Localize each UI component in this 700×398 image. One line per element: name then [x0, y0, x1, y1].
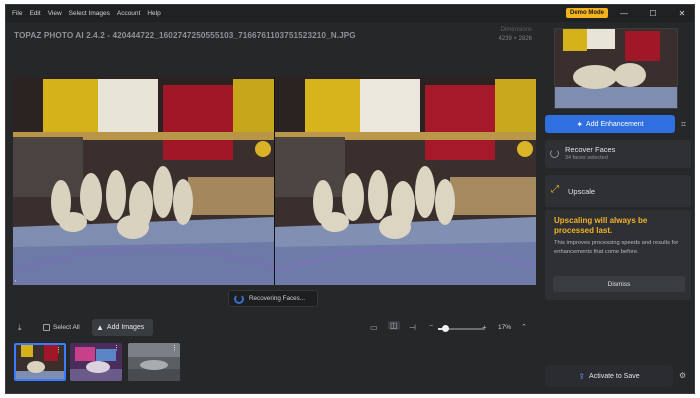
add-images-label: Add Images: [106, 324, 145, 331]
maximize-button[interactable]: ☐: [647, 7, 659, 19]
dimensions-value: 4239 × 2826: [498, 36, 532, 42]
export-settings-icon[interactable]: ⚙: [679, 371, 686, 380]
more-options-icon[interactable]: ⋮: [171, 344, 178, 352]
preview-pane[interactable]: [275, 77, 536, 285]
close-button[interactable]: ✕: [676, 7, 688, 19]
select-all-label[interactable]: Select All: [53, 324, 80, 331]
enhancement-sidebar: ✦ Add Enhancement ⌗ Recover Faces 34 fac…: [540, 22, 694, 393]
thumbnail-2[interactable]: ⋮: [70, 343, 122, 381]
select-all-checkbox[interactable]: [43, 324, 50, 331]
side-by-side-icon[interactable]: ◫: [388, 321, 400, 330]
upscale-notice: Upscaling will always be processed last.…: [545, 210, 691, 300]
add-enhancement-button[interactable]: ✦ Add Enhancement: [545, 115, 675, 133]
bottom-toolbar: ⤓ Select All ▲ Add Images ▭ ◫ ⊣ − + 17% …: [6, 318, 538, 338]
minimize-button[interactable]: —: [618, 7, 630, 19]
menu-bar: File Edit View Select Images Account Hel…: [6, 5, 694, 22]
demo-mode-badge[interactable]: Demo Mode: [566, 8, 609, 18]
status-text: Recovering Faces...: [249, 295, 305, 302]
menu-view[interactable]: View: [48, 10, 62, 17]
sparkle-icon: ✦: [576, 119, 584, 129]
recover-faces-subtitle: 34 faces selected: [565, 155, 608, 161]
chevron-up-icon[interactable]: ⌃: [521, 323, 527, 331]
image-viewer[interactable]: ▪: [13, 77, 536, 285]
import-icon[interactable]: ⤓: [18, 323, 22, 333]
navigator-image: [555, 29, 677, 108]
split-view-icon[interactable]: ⊣: [409, 323, 416, 332]
menu-account[interactable]: Account: [117, 10, 141, 17]
menu-help[interactable]: Help: [147, 10, 160, 17]
file-title: TOPAZ PHOTO AI 2.4.2 - 420444722_1602747…: [14, 31, 356, 40]
more-options-icon[interactable]: ⋮: [113, 344, 120, 352]
add-image-icon: ▲: [96, 323, 104, 332]
add-enhancement-label: Add Enhancement: [586, 120, 644, 128]
zoom-out-icon[interactable]: −: [429, 323, 433, 330]
zoom-slider-handle[interactable]: [442, 325, 450, 332]
single-view-icon[interactable]: ▭: [370, 323, 378, 332]
more-options-icon[interactable]: ⋮: [55, 346, 62, 354]
notice-body: This improves processing speeds and resu…: [554, 240, 679, 255]
upscale-card[interactable]: ⤢ Upscale: [545, 175, 691, 207]
loading-spinner-icon: [234, 293, 244, 304]
zoom-in-icon[interactable]: +: [482, 323, 487, 332]
save-icon: ⇪: [578, 371, 586, 381]
save-bar: ⇪ Activate to Save ⚙: [540, 363, 694, 391]
menu-file[interactable]: File: [12, 10, 22, 17]
dimensions-label: Dimensions: [500, 27, 532, 33]
upscale-icon: ⤢: [551, 184, 559, 195]
thumbnail-1[interactable]: ⋮: [14, 343, 66, 381]
navigator-preview[interactable]: [554, 28, 678, 109]
notice-title: Upscaling will always be processed last.: [554, 216, 648, 235]
recover-faces-card[interactable]: Recover Faces 34 faces selected: [545, 140, 691, 168]
thumbnail-3[interactable]: ⋮: [128, 343, 180, 381]
activate-to-save-label: Activate to Save: [589, 372, 640, 380]
original-watermark: ▪: [15, 278, 17, 283]
zoom-percent[interactable]: 17%: [498, 324, 511, 331]
add-images-button[interactable]: ▲ Add Images: [92, 319, 153, 336]
processing-status: Recovering Faces...: [228, 290, 318, 307]
original-pane[interactable]: ▪: [13, 77, 274, 285]
processing-spinner-icon: [550, 149, 559, 158]
original-photo: [13, 77, 274, 285]
dismiss-button[interactable]: Dismiss: [553, 276, 685, 292]
menu-select-images[interactable]: Select Images: [69, 10, 110, 17]
activate-to-save-button[interactable]: ⇪ Activate to Save: [545, 365, 673, 387]
crop-icon[interactable]: ⌗: [681, 119, 686, 130]
menu-edit[interactable]: Edit: [29, 10, 40, 17]
thumbnail-strip: ⋮ ⋮ ⋮: [14, 343, 534, 383]
recover-faces-title: Recover Faces: [565, 145, 616, 154]
app-window: File Edit View Select Images Account Hel…: [5, 4, 695, 394]
upscale-title: Upscale: [568, 187, 596, 196]
enhanced-photo: [275, 77, 536, 285]
